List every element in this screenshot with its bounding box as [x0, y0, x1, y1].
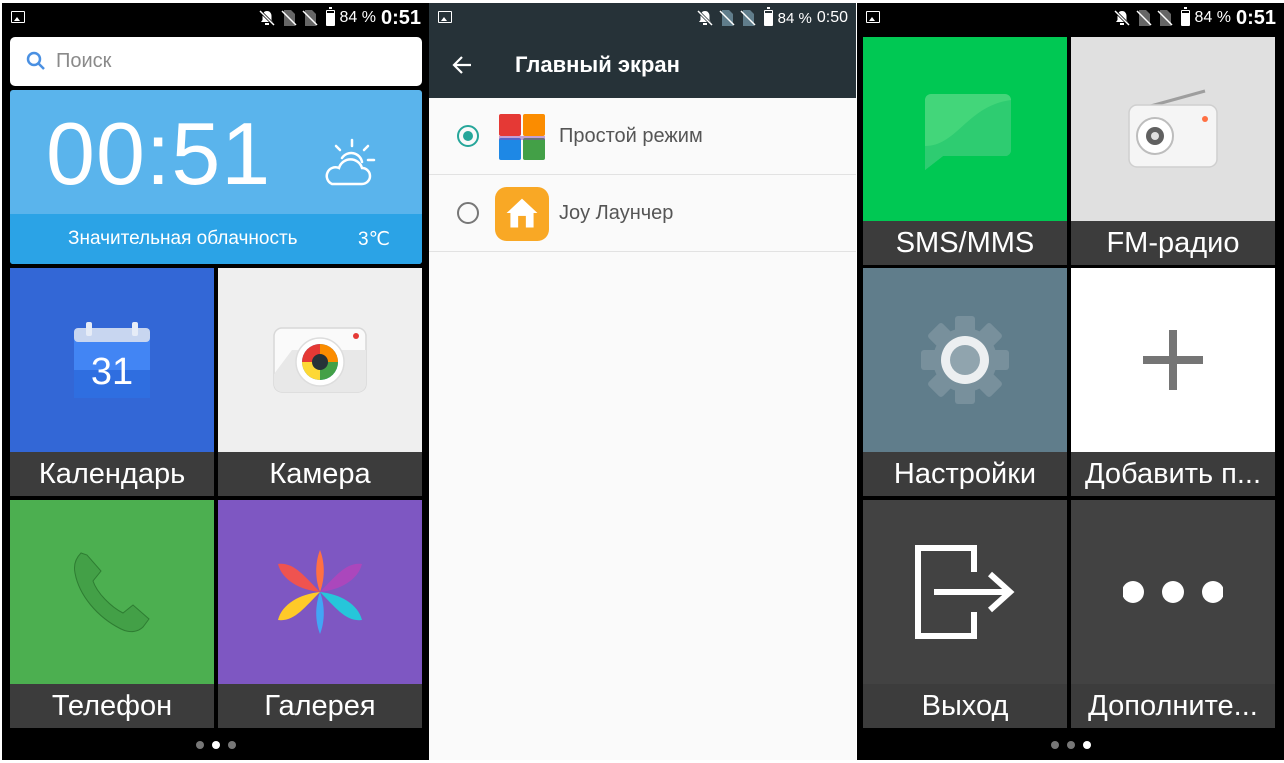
- search-bar[interactable]: [10, 37, 422, 86]
- tile-label: Галерея: [218, 684, 422, 728]
- home-screen-page2: 84 % 0:51 SMS/MMS FM-радио Настройки Доб…: [857, 3, 1284, 760]
- tile-fm-radio[interactable]: FM-радио: [1071, 37, 1275, 265]
- tile-label: Календарь: [10, 452, 214, 496]
- status-time: 0:51: [1235, 6, 1276, 29]
- tile-sms-mms[interactable]: SMS/MMS: [863, 37, 1067, 265]
- search-input[interactable]: [56, 47, 396, 75]
- battery-percent: 84 %: [777, 9, 812, 27]
- status-bar: 84 % 0:50: [429, 3, 856, 32]
- tile-label: Добавить п...: [1071, 452, 1275, 496]
- no-sim-icon: [280, 10, 297, 26]
- tile-add[interactable]: Добавить п...: [1071, 268, 1275, 496]
- page-dot[interactable]: [1050, 741, 1059, 749]
- more-icon: [1123, 581, 1223, 603]
- page-dot[interactable]: [227, 741, 236, 749]
- tile-more[interactable]: Дополните...: [1071, 500, 1275, 728]
- tile-label: Телефон: [10, 684, 214, 728]
- page-indicator: [857, 741, 1284, 749]
- clock-time: 00:51: [46, 104, 272, 203]
- mute-icon: [696, 9, 713, 27]
- app-bar: Главный экран: [429, 32, 856, 98]
- page-dot-active[interactable]: [1082, 741, 1091, 749]
- exit-icon: [915, 545, 1015, 639]
- no-sim-icon: [719, 10, 735, 26]
- joy-launcher-icon: [495, 187, 549, 241]
- message-icon: [925, 94, 1011, 170]
- radio-button-selected[interactable]: [457, 125, 479, 147]
- home-screen-simple: 84 % 0:51 00:51 Значительная облачность …: [2, 3, 429, 760]
- page-dot[interactable]: [195, 741, 204, 749]
- tile-label: Камера: [218, 452, 422, 496]
- battery-icon: [325, 7, 335, 26]
- tile-camera[interactable]: Камера: [218, 268, 422, 496]
- no-sim-icon: [740, 10, 756, 26]
- clock-weather-widget[interactable]: 00:51 Значительная облачность 3℃: [10, 90, 422, 264]
- battery-icon: [763, 7, 773, 26]
- tile-exit[interactable]: Выход: [863, 500, 1067, 728]
- partly-cloudy-icon: [325, 138, 376, 186]
- tile-phone[interactable]: Телефон: [10, 500, 214, 728]
- page-dot-active[interactable]: [211, 741, 220, 749]
- gallery-icon: [278, 550, 362, 634]
- battery-percent: 84 %: [339, 9, 376, 26]
- battery-icon: [1180, 7, 1190, 26]
- phone-icon: [74, 552, 150, 633]
- simple-mode-icon: [499, 114, 545, 160]
- home-screen-settings: 84 % 0:50 Главный экран Простой режим Jo…: [429, 3, 856, 760]
- no-sim-icon: [301, 10, 318, 26]
- back-arrow-icon[interactable]: [451, 54, 473, 76]
- image-notification-icon: [438, 11, 452, 23]
- image-notification-icon: [11, 11, 25, 23]
- tile-label: Выход: [863, 684, 1067, 728]
- status-time: 0:50: [816, 9, 848, 26]
- tile-calendar[interactable]: 31 Календарь: [10, 268, 214, 496]
- tile-label: FM-радио: [1071, 221, 1275, 265]
- weather-temperature: 3℃: [358, 229, 390, 250]
- tile-settings[interactable]: Настройки: [863, 268, 1067, 496]
- tile-label: Настройки: [863, 452, 1067, 496]
- status-time: 0:51: [380, 6, 421, 29]
- weather-condition: Значительная облачность: [68, 228, 298, 249]
- no-sim-icon: [1156, 10, 1173, 26]
- no-sim-icon: [1135, 10, 1152, 26]
- gear-icon: [921, 316, 1009, 404]
- camera-icon: [273, 327, 367, 393]
- plus-icon: [1143, 330, 1203, 390]
- battery-percent: 84 %: [1194, 9, 1231, 26]
- calendar-icon: 31: [74, 322, 150, 398]
- mute-icon: [258, 9, 275, 27]
- search-icon: [26, 51, 45, 70]
- page-title: Главный экран: [515, 52, 680, 77]
- option-label: Простой режим: [559, 125, 703, 147]
- status-bar: 84 % 0:51: [2, 3, 429, 32]
- option-joy-launcher[interactable]: Joy Лаунчер: [429, 175, 856, 252]
- mute-icon: [1113, 9, 1130, 27]
- weather-strip: Значительная облачность 3℃: [10, 214, 422, 264]
- radio-icon: [1128, 89, 1218, 168]
- option-simple-mode[interactable]: Простой режим: [429, 98, 856, 175]
- calendar-date: 31: [91, 351, 133, 393]
- radio-button[interactable]: [457, 202, 479, 224]
- tile-label: SMS/MMS: [863, 221, 1067, 265]
- option-label: Joy Лаунчер: [559, 202, 674, 224]
- image-notification-icon: [866, 11, 880, 23]
- tile-label: Дополните...: [1071, 684, 1275, 728]
- page-dot[interactable]: [1066, 741, 1075, 749]
- page-indicator: [2, 741, 429, 749]
- status-bar: 84 % 0:51: [857, 3, 1284, 32]
- tile-gallery[interactable]: Галерея: [218, 500, 422, 728]
